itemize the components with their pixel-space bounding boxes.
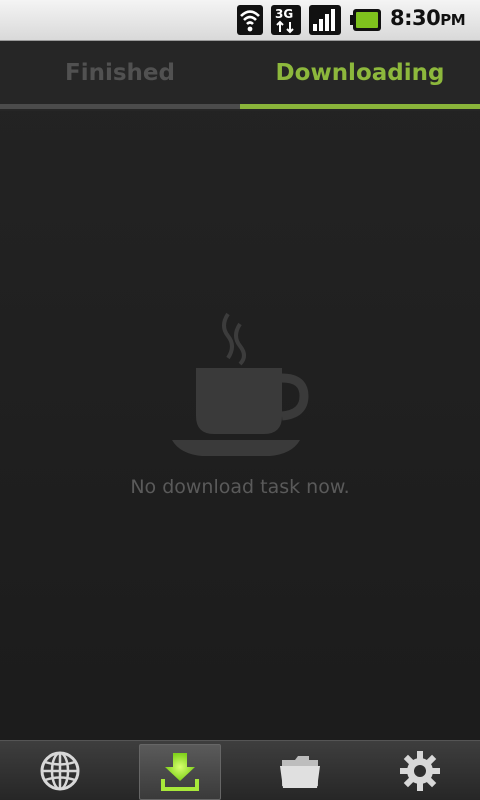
folder-icon [280,756,320,788]
download-icon [161,753,199,791]
empty-state-message: No download task now. [130,476,350,498]
nav-settings-button[interactable] [380,744,460,798]
clock-time: 8:30 [390,6,441,30]
download-tabs: Finished Downloading [0,41,480,111]
tab-finished[interactable]: Finished [0,41,240,111]
wifi-icon [237,5,263,35]
nav-download-button[interactable] [139,744,221,800]
tab-downloading-label: Downloading [275,60,445,86]
status-bar: 3G 8:30PM [0,0,480,41]
tab-finished-label: Finished [65,60,175,86]
bottom-nav [0,740,480,800]
status-clock: 8:30PM [390,6,476,30]
app-screen: 3G 8:30PM Finished Downloading No downlo… [0,0,480,800]
nav-browser-button[interactable] [20,744,100,798]
coffee-cup-icon [172,312,309,456]
globe-icon [40,751,80,791]
tab-finished-indicator [0,104,240,109]
nav-files-button[interactable] [260,744,340,798]
empty-state: No download task now. [0,300,480,510]
network-type-label: 3G [275,7,293,21]
battery-icon [350,9,381,31]
3g-data-icon: 3G [271,5,301,35]
clock-ampm: PM [440,11,466,29]
tab-downloading[interactable]: Downloading [240,41,480,111]
tab-downloading-indicator [240,104,480,109]
gear-icon [400,751,440,791]
signal-strength-icon [309,5,341,35]
